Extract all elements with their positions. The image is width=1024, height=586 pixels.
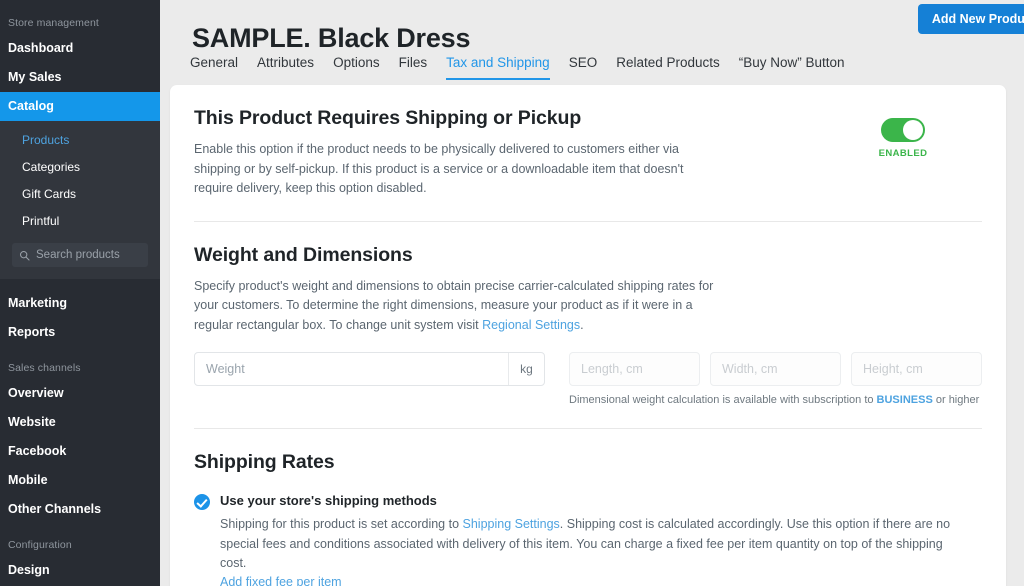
sidebar-item-gift-cards[interactable]: Gift Cards [0,181,160,208]
sidebar-section-store-management: Store management [8,17,99,29]
tab-options[interactable]: Options [333,55,380,80]
dim-note-text-a: Dimensional weight calculation is availa… [569,394,877,406]
sidebar-item-dashboard[interactable]: Dashboard [0,34,160,63]
tax-and-shipping-card: This Product Requires Shipping or Pickup… [170,85,1006,586]
app-root: Store management Dashboard My Sales Cata… [0,0,1024,586]
requires-shipping-toggle[interactable]: ENABLED [858,118,948,159]
sidebar-item-products[interactable]: Products [0,127,160,154]
tab-buy-now-button[interactable]: “Buy Now” Button [739,55,845,80]
dim-note-text-b: or higher [932,394,980,406]
regional-settings-link[interactable]: Regional Settings [482,318,580,332]
height-input[interactable]: Height, cm [851,352,982,386]
dimensional-weight-note: Dimensional weight calculation is availa… [569,394,982,406]
weight-input[interactable]: Weight kg [194,352,545,386]
sidebar-item-marketing[interactable]: Marketing [0,289,160,318]
store-methods-description: Shipping for this product is set accordi… [220,515,965,574]
sidebar-item-facebook[interactable]: Facebook [0,437,160,466]
tab-related-products[interactable]: Related Products [616,55,720,80]
tab-attributes[interactable]: Attributes [257,55,314,80]
store-methods-checkbox[interactable] [194,494,210,510]
sidebar-item-printful[interactable]: Printful [0,208,160,235]
weight-desc-text-b: . [580,317,584,332]
search-products-placeholder: Search products [36,249,120,261]
search-icon [19,250,30,261]
store-methods-body: Use your store's shipping methods Shippi… [220,492,965,586]
toggle-switch-track[interactable] [881,118,925,142]
sidebar-item-categories[interactable]: Categories [0,154,160,181]
section-requires-shipping: This Product Requires Shipping or Pickup… [170,85,1006,221]
length-input[interactable]: Length, cm [569,352,700,386]
section-shipping-rates: Shipping Rates Use your store's shipping… [170,429,1006,586]
sidebar-item-overview[interactable]: Overview [0,379,160,408]
measurement-fields: Weight kg Length, cm Width, cm Height, c… [194,352,982,406]
add-fixed-fee-row: Add fixed fee per item [220,575,965,586]
rates-desc-text-a: Shipping for this product is set accordi… [220,517,463,531]
toggle-state-label: ENABLED [878,148,928,159]
sidebar-item-website[interactable]: Website [0,408,160,437]
main-content: SAMPLE. Black Dress Add New Product Gene… [160,0,1024,586]
toggle-switch-knob [903,120,923,140]
dimension-inputs: Length, cm Width, cm Height, cm [569,352,982,386]
weight-input-placeholder: Weight [206,362,245,376]
tab-seo[interactable]: SEO [569,55,598,80]
tab-general[interactable]: General [190,55,238,80]
weight-dimensions-heading: Weight and Dimensions [194,243,413,266]
search-products-input[interactable]: Search products [12,243,148,267]
sidebar-submenu-catalog: Products Categories Gift Cards Printful … [0,121,160,279]
sidebar-item-design[interactable]: Design [0,556,160,585]
sidebar-item-reports[interactable]: Reports [0,318,160,347]
sidebar-section-sales-channels: Sales channels [8,362,81,374]
add-new-product-button[interactable]: Add New Product [917,4,1024,34]
shipping-option-store-methods: Use your store's shipping methods Shippi… [194,492,982,586]
weight-desc-text-a: Specify product's weight and dimensions … [194,278,714,332]
business-plan-link[interactable]: BUSINESS [877,394,933,406]
sidebar-item-my-sales[interactable]: My Sales [0,63,160,92]
requires-shipping-description: Enable this option if the product needs … [194,142,684,195]
weight-unit-label: kg [508,353,544,385]
sidebar: Store management Dashboard My Sales Cata… [0,0,160,586]
sidebar-item-other-channels[interactable]: Other Channels [0,495,160,524]
dimensions-group: Length, cm Width, cm Height, cm Dimensio… [569,352,982,406]
section-weight-dimensions: Weight and Dimensions Specify product's … [170,222,1006,429]
tab-files[interactable]: Files [399,55,428,80]
store-methods-label: Use your store's shipping methods [220,493,437,508]
width-input[interactable]: Width, cm [710,352,841,386]
tab-tax-and-shipping[interactable]: Tax and Shipping [446,55,550,80]
add-fixed-fee-per-item-link[interactable]: Add fixed fee per item [220,575,342,586]
shipping-settings-link[interactable]: Shipping Settings [463,517,560,531]
sidebar-section-configuration: Configuration [8,539,72,551]
weight-dimensions-description: Specify product's weight and dimensions … [194,277,724,336]
shipping-rates-heading: Shipping Rates [194,451,335,473]
sidebar-item-catalog[interactable]: Catalog [0,92,160,121]
sidebar-item-mobile[interactable]: Mobile [0,466,160,495]
product-tabs: General Attributes Options Files Tax and… [190,48,845,80]
